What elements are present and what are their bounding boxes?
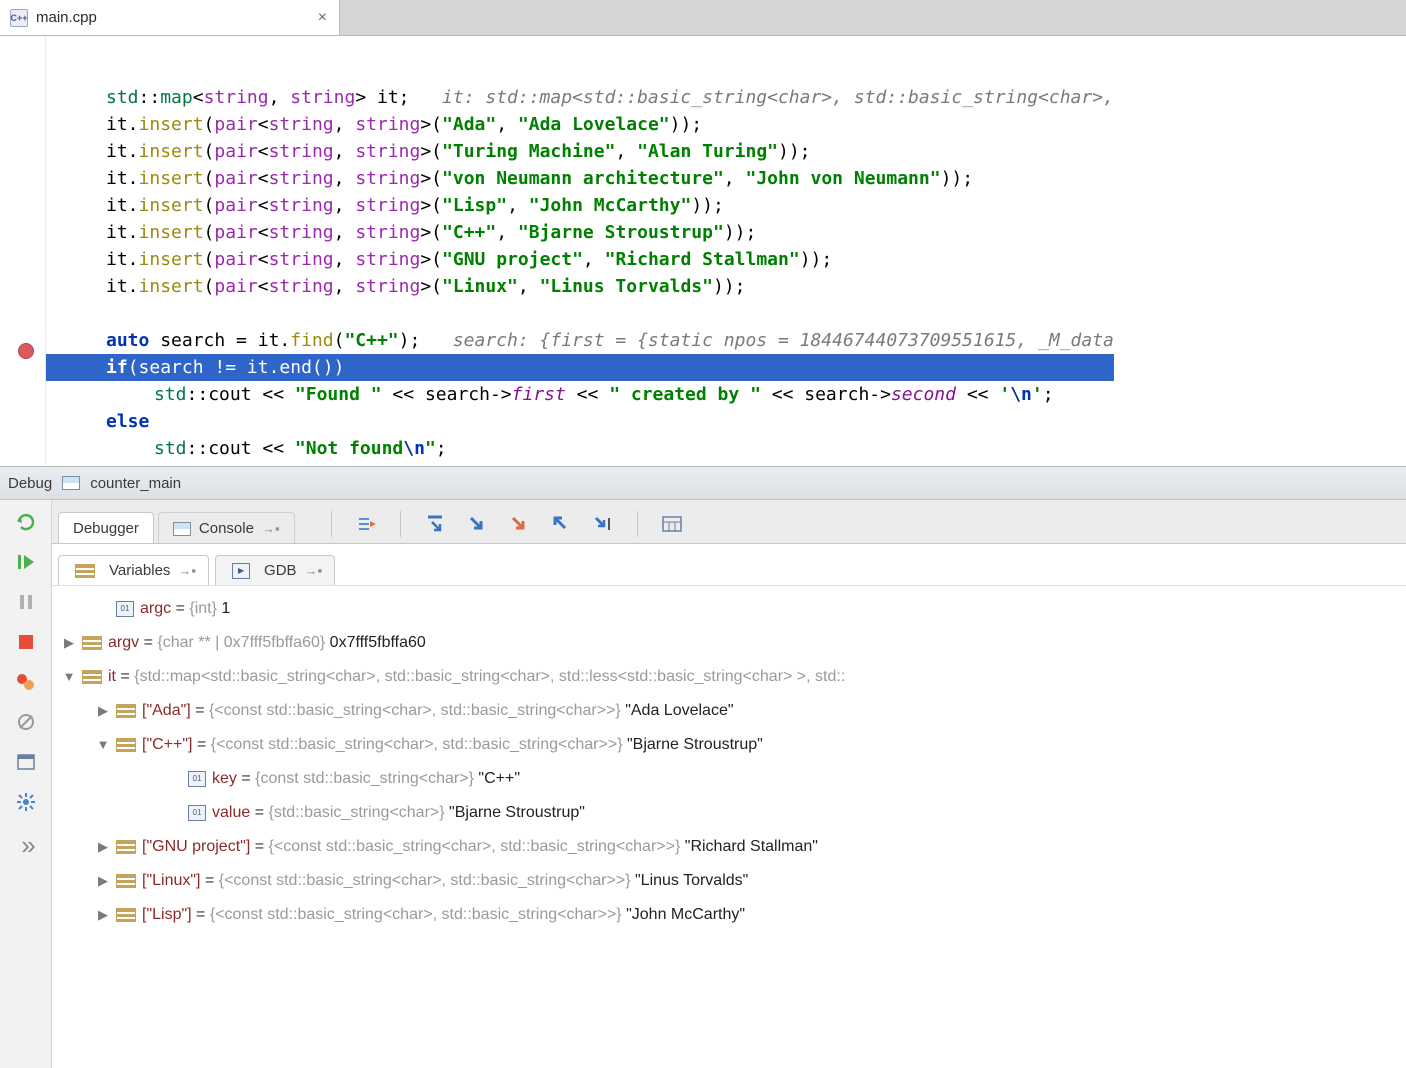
tree-arrow-icon[interactable] — [94, 728, 112, 762]
editor-tabbar: C++ main.cpp × — [0, 0, 1406, 36]
run-config-icon — [62, 476, 80, 490]
code-line — [46, 300, 1114, 327]
var-row-entry[interactable]: ["Ada"] = {<const std::basic_string<char… — [52, 694, 1406, 728]
var-row-key[interactable]: 01 key = {const std::basic_string<char>}… — [52, 762, 1406, 796]
cpp-file-icon: C++ — [10, 9, 28, 27]
view-breakpoints-icon[interactable] — [14, 670, 38, 694]
variables-icon — [75, 564, 95, 578]
code-line: it.insert(pair<string, string>("Lisp", "… — [46, 192, 1114, 219]
code-area[interactable]: std::map<string, string> it; it: std::ma… — [46, 36, 1114, 466]
tree-arrow-icon[interactable] — [94, 898, 112, 932]
var-row-it[interactable]: it = {std::map<std::basic_string<char>, … — [52, 660, 1406, 694]
show-execution-point-icon[interactable] — [354, 512, 378, 536]
resume-icon[interactable] — [14, 550, 38, 574]
code-line: it.insert(pair<string, string>("von Neum… — [46, 165, 1114, 192]
editor-gutter[interactable] — [0, 36, 46, 466]
run-to-cursor-icon[interactable] — [591, 512, 615, 536]
code-line: std::map<string, string> it; it: std::ma… — [46, 84, 1114, 111]
var-row.entEntry[interactable]: ["Linux"] = {<const std::basic_string<ch… — [52, 864, 1406, 898]
separator — [400, 511, 401, 537]
debug-label: Debug — [8, 475, 52, 492]
tab-console[interactable]: Console →▪ — [158, 512, 295, 543]
primitive-icon: 01 — [116, 601, 134, 617]
object-icon — [116, 704, 136, 718]
close-icon[interactable]: × — [318, 9, 327, 27]
settings-icon[interactable] — [14, 790, 38, 814]
force-step-into-icon[interactable] — [507, 512, 531, 536]
object-icon — [82, 670, 102, 684]
code-line: std::cout << "Not found\n"; — [46, 435, 1114, 462]
code-line-current: if(search != it.end()) — [46, 354, 1114, 381]
code-line: auto search = it.find("C++"); search: {f… — [46, 327, 1114, 354]
separator — [637, 511, 638, 537]
tab-gdb[interactable]: ▶ GDB →▪ — [215, 555, 335, 585]
primitive-icon: 01 — [188, 771, 206, 787]
pin-icon[interactable]: →▪ — [305, 563, 323, 578]
debug-inner-tabs: Debugger Console →▪ — [52, 500, 1406, 544]
tree-arrow-icon[interactable] — [94, 694, 112, 728]
pause-icon[interactable] — [14, 590, 38, 614]
tree-arrow-icon[interactable] — [60, 660, 78, 694]
variables-tree[interactable]: 01 argc = {int} 1 argv = {char ** | 0x7f… — [52, 586, 1406, 932]
tab-console-label: Console — [199, 520, 254, 537]
evaluate-expression-icon[interactable] — [660, 512, 684, 536]
object-icon — [82, 636, 102, 650]
separator — [331, 511, 332, 537]
tab-variables[interactable]: Variables →▪ — [58, 555, 209, 585]
code-line: it.insert(pair<string, string>("C++", "B… — [46, 219, 1114, 246]
tab-debugger[interactable]: Debugger — [58, 512, 154, 543]
debug-body: Debugger Console →▪ — [52, 500, 1406, 1068]
step-out-icon[interactable] — [549, 512, 573, 536]
debug-config-name: counter_main — [90, 475, 181, 492]
var-row-value[interactable]: 01 value = {std::basic_string<char>} "Bj… — [52, 796, 1406, 830]
var-row-entry[interactable]: ["Lisp"] = {<const std::basic_string<cha… — [52, 898, 1406, 932]
pin-icon[interactable]: →▪ — [178, 563, 196, 578]
debug-side-toolbar: » — [0, 500, 52, 1068]
code-editor[interactable]: std::map<string, string> it; it: std::ma… — [0, 36, 1406, 466]
breakpoint-icon[interactable] — [18, 343, 34, 359]
step-into-icon[interactable] — [465, 512, 489, 536]
rerun-icon[interactable] — [14, 510, 38, 534]
gdb-icon: ▶ — [232, 563, 250, 579]
debug-run-header: Debug counter_main — [0, 466, 1406, 500]
object-icon — [116, 738, 136, 752]
object-icon — [116, 908, 136, 922]
stop-icon[interactable] — [14, 630, 38, 654]
var-row-entry[interactable]: ["C++"] = {<const std::basic_string<char… — [52, 728, 1406, 762]
code-line: it.insert(pair<string, string>("Linux", … — [46, 273, 1114, 300]
mute-breakpoints-icon[interactable] — [14, 710, 38, 734]
code-line: else — [46, 408, 1114, 435]
tree-arrow-icon[interactable] — [60, 626, 78, 660]
tree-arrow-icon[interactable] — [94, 864, 112, 898]
code-line: it.insert(pair<string, string>("Ada", "A… — [46, 111, 1114, 138]
var-row-entry[interactable]: ["GNU project"] = {<const std::basic_str… — [52, 830, 1406, 864]
var-row-argc[interactable]: 01 argc = {int} 1 — [52, 592, 1406, 626]
console-icon — [173, 522, 191, 536]
debug-panel: » Debugger Console →▪ — [0, 500, 1406, 1068]
tab-variables-label: Variables — [109, 562, 170, 579]
tree-arrow-icon[interactable] — [94, 830, 112, 864]
tab-debugger-label: Debugger — [73, 520, 139, 537]
step-toolbar — [327, 511, 684, 543]
layout-icon[interactable] — [14, 750, 38, 774]
object-icon — [116, 840, 136, 854]
code-line: std::cout << "Found " << search->first <… — [46, 381, 1114, 408]
pin-icon[interactable]: →▪ — [262, 521, 280, 536]
tab-filename: main.cpp — [36, 9, 310, 26]
editor-tab-main-cpp[interactable]: C++ main.cpp × — [0, 0, 340, 35]
var-row-argv[interactable]: argv = {char ** | 0x7fff5fbffa60} 0x7fff… — [52, 626, 1406, 660]
code-line: it.insert(pair<string, string>("GNU proj… — [46, 246, 1114, 273]
tab-gdb-label: GDB — [264, 562, 297, 579]
object-icon — [116, 874, 136, 888]
more-icon[interactable]: » — [21, 830, 35, 861]
step-over-icon[interactable] — [423, 512, 447, 536]
debug-subtabs: Variables →▪ ▶ GDB →▪ — [52, 544, 1406, 586]
primitive-icon: 01 — [188, 805, 206, 821]
code-line: it.insert(pair<string, string>("Turing M… — [46, 138, 1114, 165]
